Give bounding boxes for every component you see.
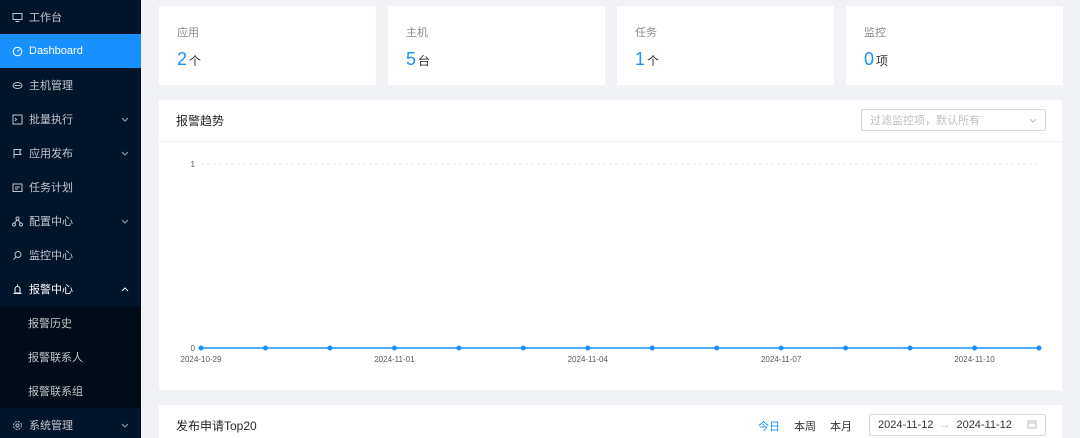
chevron-up-icon — [121, 284, 129, 294]
stat-number: 0 — [864, 49, 875, 69]
x-tick-label: 2024-10-29 — [181, 355, 222, 364]
stat-card-monitors: 监控 0项 — [846, 6, 1063, 85]
chevron-down-icon — [1029, 115, 1037, 125]
menu-label: 应用发布 — [29, 148, 73, 160]
data-point — [972, 345, 978, 351]
arrow-right-icon: → — [939, 419, 951, 431]
alarm-submenu: 报警历史 报警联系人 报警联系组 — [0, 306, 141, 408]
range-buttons: 今日 本周 本月 — [744, 418, 852, 434]
menu-label: 监控中心 — [29, 250, 73, 262]
alarm-trend-panel: 报警趋势 过滤监控项，默认所有 0 1 2024-10-29 2024-11-01 20… — [159, 100, 1062, 390]
menu-item-system[interactable]: 系统管理 — [0, 408, 141, 438]
stat-number: 2 — [177, 49, 188, 69]
data-point — [843, 345, 849, 351]
stat-unit: 项 — [876, 54, 889, 68]
deploy-title: 发布申请Top20 — [176, 418, 257, 433]
alarm-trend-chart: 0 1 2024-10-29 2024-11-01 2024-11-04 2024-11-… — [181, 160, 1042, 364]
flag-icon — [11, 147, 23, 159]
menu-item-alarm[interactable]: 报警中心 — [0, 272, 141, 306]
calendar-icon — [1027, 419, 1037, 432]
stat-title: 任务 — [635, 27, 657, 39]
data-point — [456, 345, 462, 351]
data-point — [714, 345, 720, 351]
x-tick-label: 2024-11-01 — [374, 355, 415, 364]
menu-label: 系统管理 — [29, 420, 73, 432]
setting-icon — [11, 419, 23, 431]
menu-label: 任务计划 — [29, 182, 73, 194]
menu-item-monitor[interactable]: 监控中心 — [0, 238, 141, 272]
menu-item-config[interactable]: 配置中心 — [0, 204, 141, 238]
data-point — [327, 345, 333, 351]
menu-item-host[interactable]: 主机管理 — [0, 68, 141, 102]
data-point — [262, 345, 268, 351]
stat-card-tasks: 任务 1个 — [617, 6, 834, 85]
monitor-filter-select[interactable]: 过滤监控项，默认所有 — [861, 109, 1046, 131]
stat-card-hosts: 主机 5台 — [388, 6, 605, 85]
alert-icon — [11, 283, 23, 295]
menu-label: 报警联系人 — [28, 352, 83, 364]
date-range-picker[interactable]: 2024-11-12 → 2024-11-12 — [869, 414, 1046, 436]
x-tick-label: 2024-11-04 — [568, 355, 609, 364]
deploy-top20-panel: 发布申请Top20 今日 本周 本月 2024-11-12 → 2024-11-… — [159, 405, 1062, 438]
stat-title: 主机 — [406, 27, 428, 39]
dashboard-icon — [11, 45, 23, 57]
data-point — [391, 345, 397, 351]
cloud-server-icon — [11, 79, 23, 91]
desktop-icon — [11, 11, 23, 23]
stat-card-apps: 应用 2个 — [159, 6, 376, 85]
chevron-down-icon — [121, 148, 129, 158]
menu-item-schedule[interactable]: 任务计划 — [0, 170, 141, 204]
chevron-down-icon — [121, 114, 129, 124]
data-point — [198, 345, 204, 351]
cluster-icon — [11, 215, 23, 227]
menu-item-batch[interactable]: 批量执行 — [0, 102, 141, 136]
range-today-button[interactable]: 今日 — [758, 418, 780, 434]
stat-number: 5 — [406, 49, 417, 69]
stat-number: 1 — [635, 49, 646, 69]
submenu-item-alarm-history[interactable]: 报警历史 — [0, 306, 141, 340]
menu-label: 报警历史 — [28, 318, 72, 330]
stat-title: 应用 — [177, 27, 199, 39]
submenu-item-alarm-contacts[interactable]: 报警联系人 — [0, 340, 141, 374]
menu-item-workbench[interactable]: 工作台 — [0, 0, 141, 34]
range-month-button[interactable]: 本月 — [830, 418, 852, 434]
menu-label: 主机管理 — [29, 80, 73, 92]
data-point — [907, 345, 913, 351]
x-tick-label: 2024-11-07 — [761, 355, 802, 364]
y-tick-label: 0 — [191, 344, 196, 353]
trend-header: 报警趋势 过滤监控项，默认所有 — [159, 100, 1062, 142]
filter-placeholder: 过滤监控项，默认所有 — [870, 115, 980, 127]
schedule-icon — [11, 181, 23, 193]
submenu-item-alarm-groups[interactable]: 报警联系组 — [0, 374, 141, 408]
sidebar: 工作台 Dashboard 主机管理 批量执行 应用发布 任务计划 配置中心 监… — [0, 0, 141, 438]
code-icon — [11, 113, 23, 125]
y-tick-label: 1 — [191, 160, 196, 169]
date-start: 2024-11-12 — [878, 419, 934, 431]
data-point — [778, 345, 784, 351]
stat-title: 监控 — [864, 27, 886, 39]
data-point — [649, 345, 655, 351]
menu-label: 配置中心 — [29, 216, 73, 228]
menu-label: 报警中心 — [29, 284, 73, 296]
stat-unit: 个 — [647, 54, 660, 68]
data-point — [520, 345, 526, 351]
menu-label: 报警联系组 — [28, 386, 83, 398]
menu-item-deploy[interactable]: 应用发布 — [0, 136, 141, 170]
menu-item-dashboard[interactable]: Dashboard — [0, 34, 141, 68]
menu-label: 批量执行 — [29, 114, 73, 126]
x-tick-label: 2024-11-10 — [954, 355, 995, 364]
stat-unit: 台 — [418, 54, 431, 68]
chevron-down-icon — [121, 420, 129, 430]
date-end: 2024-11-12 — [956, 419, 1012, 431]
menu-label: Dashboard — [29, 45, 83, 57]
range-week-button[interactable]: 本周 — [794, 418, 816, 434]
monitor-icon — [11, 249, 23, 261]
stat-unit: 个 — [189, 54, 202, 68]
data-point — [1036, 345, 1042, 351]
chevron-down-icon — [121, 216, 129, 226]
data-point — [585, 345, 591, 351]
trend-title: 报警趋势 — [176, 114, 225, 128]
menu-label: 工作台 — [29, 12, 62, 24]
